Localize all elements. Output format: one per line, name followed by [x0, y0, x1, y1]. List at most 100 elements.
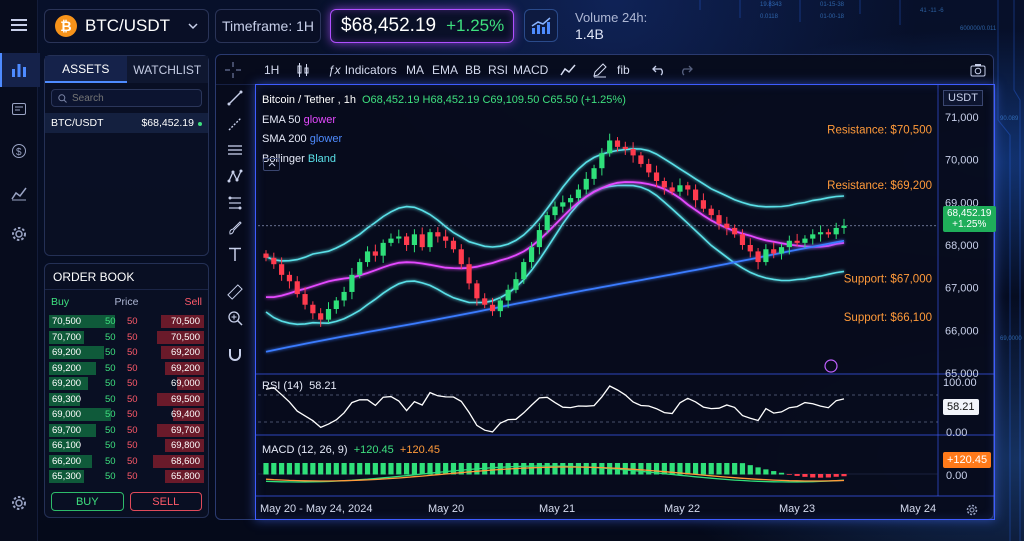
candle-body	[544, 215, 550, 231]
search-box[interactable]	[51, 89, 202, 107]
order-book-panel: ORDER BOOK Buy Price Sell 70,500 50 50 70,5…	[44, 263, 209, 518]
table-row[interactable]: 69,200 50 50 69,200	[45, 361, 208, 377]
gear-icon[interactable]	[8, 223, 30, 245]
list-item[interactable]: BTC/USDT $68,452.19	[45, 113, 208, 133]
candle-body	[403, 236, 410, 245]
table-row[interactable]: 69,700 50 50 69,700	[45, 423, 208, 439]
candle-body	[521, 262, 527, 280]
chart-settings-button[interactable]	[966, 503, 978, 521]
candle-body	[396, 236, 402, 239]
table-row[interactable]: 69,000 50 50 69,400	[45, 407, 208, 423]
candle-body	[286, 274, 293, 282]
x-label-range: May 20 - May 24, 2024	[260, 503, 373, 515]
price-tick: 67,000	[945, 283, 979, 295]
table-row[interactable]: 70,500 50 50 70,500	[45, 314, 208, 330]
legend-sma: SMA 200	[262, 133, 307, 145]
candle-body	[685, 185, 691, 190]
buy-size: 50	[105, 347, 116, 359]
chevron-down-icon	[188, 23, 198, 30]
candle-body	[341, 291, 347, 301]
candle-body	[411, 234, 418, 245]
table-row[interactable]: 66,200 50 50 68,600	[45, 454, 208, 470]
candle-body	[646, 163, 652, 173]
table-row[interactable]: 70,700 50 50 70,500	[45, 330, 208, 346]
macd-histogram-bar	[364, 463, 371, 475]
pair-selector[interactable]: ₿ BTC/USDT	[44, 9, 209, 43]
candle-body	[810, 234, 816, 239]
candle-body	[388, 238, 394, 243]
legend-collapse-button[interactable]	[263, 158, 280, 171]
sell-price: 70,500	[170, 316, 200, 328]
candle-body	[763, 249, 769, 263]
candle-body	[638, 155, 644, 164]
candle-body	[443, 236, 449, 241]
macd-histogram-bar	[372, 463, 378, 475]
timeframe-selector[interactable]: Timeframe: 1H	[215, 9, 321, 43]
macd-histogram-bar	[778, 472, 785, 475]
candle-body	[450, 240, 457, 250]
x-label-may22: May 22	[664, 503, 701, 515]
table-row[interactable]: 69,200 50 50 69,000	[45, 376, 208, 392]
tab-assets[interactable]: ASSETS	[45, 56, 127, 83]
rsi-value-tag: 58.21	[943, 399, 979, 415]
legend-ohlc: O68,452.19 H68,452.19 C69,109.50 C65.50 …	[361, 94, 626, 106]
candle-body	[778, 247, 785, 254]
table-row[interactable]: 69,300 50 50 69,500	[45, 392, 208, 408]
x-label-may20: May 20	[428, 503, 465, 515]
macd-histogram-bar	[443, 463, 449, 475]
buy-price: 69,200	[52, 362, 82, 374]
chart-legend: Bitcoin / Tether , 1h O68,452.19 H68,452.…	[262, 91, 626, 169]
macd-histogram-bar	[638, 463, 644, 475]
volume-value: 1.4B	[575, 26, 604, 42]
rsi-tick-100: 100.00	[943, 377, 977, 389]
candle-body	[435, 232, 441, 237]
chart-panel: 1H ƒx Indicators MA EMA BB RSI MACD fib	[215, 54, 996, 521]
chart-bars-icon[interactable]	[0, 53, 40, 87]
currency-label[interactable]: USDT	[943, 90, 983, 106]
volume-info: Volume 24h: 1.4B	[575, 9, 647, 43]
macd-histogram-bar	[489, 463, 496, 475]
legend-ema-tag: glower	[303, 113, 336, 126]
macd-histogram-bar	[833, 474, 839, 477]
buy-button[interactable]: BUY	[51, 492, 124, 511]
table-row[interactable]: 69,200 50 50 69,200	[45, 345, 208, 361]
sell-size: 50	[127, 471, 138, 483]
candle-body	[568, 198, 574, 203]
menu-icon[interactable]	[8, 14, 30, 36]
chart-trend-button[interactable]	[524, 9, 558, 42]
sell-button[interactable]: SELL	[129, 492, 202, 511]
buy-size: 50	[105, 424, 116, 436]
gear-icon	[966, 504, 978, 516]
macd-histogram-bar	[661, 463, 667, 475]
price-tick: 71,000	[945, 112, 979, 124]
macd-histogram-bar	[739, 463, 746, 475]
tab-watchlist[interactable]: WATCHLIST	[126, 56, 208, 83]
analytics-icon[interactable]	[8, 182, 30, 204]
dollar-icon[interactable]: $	[8, 140, 30, 162]
candle-body	[310, 304, 316, 314]
macd-histogram-bar	[544, 463, 550, 475]
sell-size: 50	[127, 378, 138, 390]
chevron-up-icon	[268, 162, 275, 167]
candle-body	[583, 178, 589, 190]
candle-body	[661, 181, 667, 188]
asset-price: $68,452.19	[141, 117, 194, 129]
candle-body	[497, 300, 503, 312]
macd-histogram-bar	[536, 463, 542, 475]
macd-histogram-bar	[279, 463, 285, 475]
order-book-title: ORDER BOOK	[45, 264, 208, 290]
table-row[interactable]: 66,100 50 50 69,800	[45, 438, 208, 454]
settings-icon[interactable]	[8, 492, 30, 514]
bitcoin-icon: ₿	[55, 15, 77, 37]
search-input[interactable]	[72, 92, 192, 104]
macd-histogram-bar	[403, 463, 410, 475]
sell-price: 69,200	[170, 347, 200, 359]
macd-zero-tick: 0.00	[946, 470, 968, 482]
table-row[interactable]: 65,300 50 50 65,800	[45, 469, 208, 485]
sell-price: 65,800	[170, 471, 200, 483]
wallet-icon[interactable]	[8, 98, 30, 120]
current-price-tag: 68,452.19 +1.25%	[943, 206, 996, 232]
sell-size: 50	[127, 331, 138, 343]
icon-rail: $	[0, 0, 40, 541]
svg-text:$: $	[16, 147, 22, 158]
